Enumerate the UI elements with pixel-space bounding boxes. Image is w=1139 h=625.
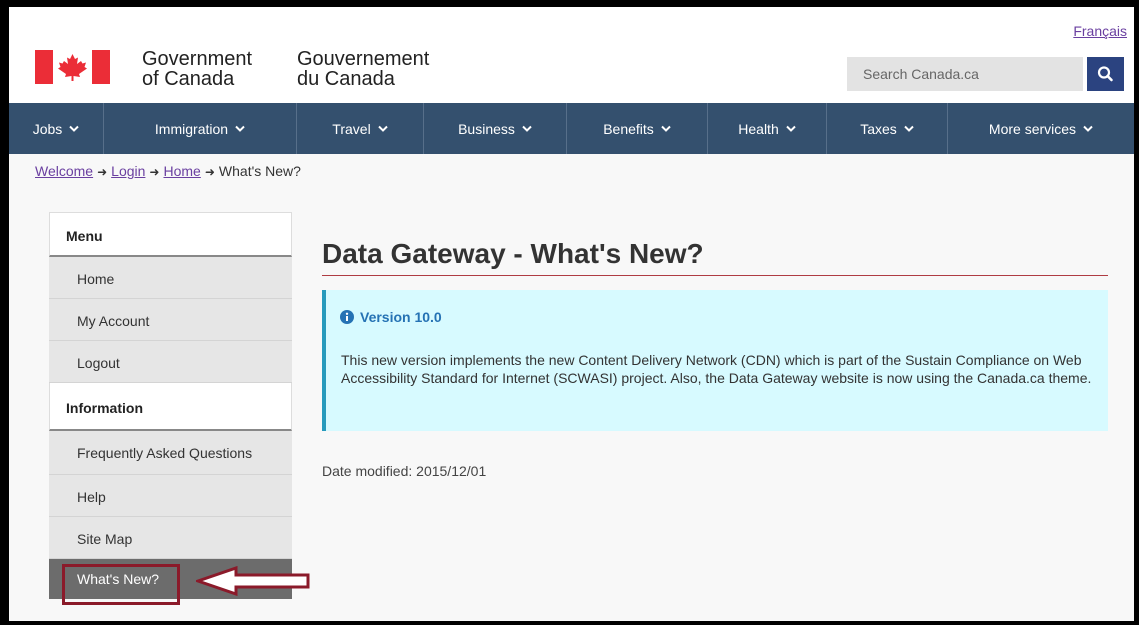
chevron-down-icon [786, 125, 796, 132]
signature-english: Government of Canada [142, 49, 252, 89]
chevron-down-icon [69, 125, 79, 132]
signature-french: Gouvernement du Canada [297, 49, 429, 89]
arrow-right-icon: ➜ [149, 165, 160, 179]
arrow-right-icon: ➜ [204, 165, 215, 179]
signature-english-line1: Government [142, 48, 253, 70]
nav-item-health[interactable]: Health [708, 103, 827, 154]
sidebar-heading-information: Information [49, 383, 292, 431]
signature-french-line1: Gouvernement [297, 48, 430, 70]
arrow-right-icon: ➜ [97, 165, 108, 179]
date-modified: Date modified: 2015/12/01 [322, 463, 487, 479]
site-header: Français Government of Canada Gouverneme… [9, 7, 1134, 103]
info-alert: Version 10.0 This new version implements… [322, 290, 1108, 431]
page-title: Data Gateway - What's New? [322, 238, 704, 269]
info-circle-icon [340, 310, 354, 324]
breadcrumb-link-login[interactable]: Login [111, 163, 145, 179]
annotation-highlight-box [62, 564, 180, 605]
nav-item-label: Health [738, 120, 779, 137]
page: Français Government of Canada Gouverneme… [9, 7, 1134, 621]
search-button[interactable] [1087, 57, 1124, 91]
chevron-down-icon [1083, 125, 1093, 132]
sidebar-heading-menu: Menu [49, 212, 292, 257]
sidebar-item-faq[interactable]: Frequently Asked Questions [49, 431, 292, 475]
nav-item-label: Jobs [32, 120, 63, 137]
alert-body: This new version implements the new Cont… [341, 352, 1092, 386]
nav-item-business[interactable]: Business [424, 103, 567, 154]
language-toggle-link[interactable]: Français [1073, 23, 1127, 39]
chevron-down-icon [904, 125, 914, 132]
sidebar-item-my-account[interactable]: My Account [49, 299, 292, 341]
chevron-down-icon [235, 125, 245, 132]
main-navigation: Jobs Immigration Travel Business Benefit… [9, 103, 1134, 154]
sidebar-item-home[interactable]: Home [49, 257, 292, 299]
breadcrumb: Welcome ➜ Login ➜ Home ➜ What's New? [35, 163, 301, 179]
nav-item-label: Taxes [860, 120, 897, 137]
alert-heading: Version 10.0 [340, 309, 442, 325]
chevron-down-icon [661, 125, 671, 132]
search-input[interactable] [847, 57, 1083, 91]
nav-item-label: Travel [332, 120, 371, 137]
chevron-down-icon [377, 125, 388, 132]
nav-item-travel[interactable]: Travel [297, 103, 424, 154]
nav-item-label: More services [988, 120, 1077, 137]
sidebar-item-help[interactable]: Help [49, 475, 292, 517]
sidebar-item-logout[interactable]: Logout [49, 341, 292, 383]
sidebar-menu: Menu Home My Account Logout Information … [49, 212, 292, 599]
chevron-down-icon [522, 125, 532, 132]
signature-french-line2: du Canada [297, 68, 395, 90]
signature-english-line2: of Canada [142, 68, 235, 90]
annotation-arrow-icon [196, 566, 310, 596]
nav-item-jobs[interactable]: Jobs [9, 103, 104, 154]
nav-item-label: Immigration [154, 120, 229, 137]
breadcrumb-link-welcome[interactable]: Welcome [35, 163, 93, 179]
nav-item-taxes[interactable]: Taxes [827, 103, 948, 154]
nav-item-label: Benefits [603, 120, 654, 137]
sidebar-item-site-map[interactable]: Site Map [49, 517, 292, 559]
title-underline [322, 275, 1108, 276]
search-icon [1097, 66, 1113, 82]
nav-item-more-services[interactable]: More services [948, 103, 1134, 154]
breadcrumb-current: What's New? [218, 163, 301, 179]
nav-item-immigration[interactable]: Immigration [104, 103, 297, 154]
nav-item-benefits[interactable]: Benefits [567, 103, 708, 154]
search-form [847, 57, 1124, 91]
canada-flag-icon [35, 50, 110, 84]
breadcrumb-link-home[interactable]: Home [163, 163, 200, 179]
nav-item-label: Business [458, 120, 515, 137]
alert-heading-text: Version 10.0 [360, 309, 442, 325]
